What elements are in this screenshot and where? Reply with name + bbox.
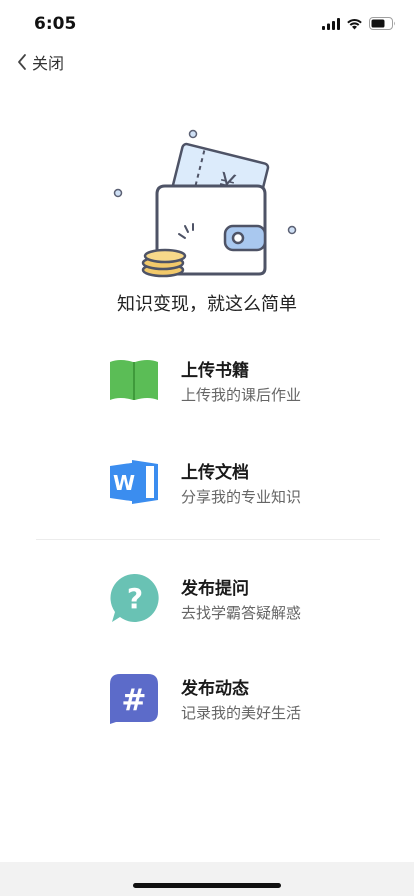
post-question-action[interactable]: ? 发布提问 去找学霸答疑解惑 <box>100 566 380 630</box>
word-document-icon: W <box>110 460 158 504</box>
wifi-icon <box>347 18 362 29</box>
hero-tagline: 知识变现，就这么简单 <box>117 294 297 315</box>
home-bar-area <box>0 862 414 896</box>
chevron-left-icon <box>18 54 26 70</box>
cellular-signal-icon <box>322 17 340 30</box>
action-title: 上传文档 <box>181 463 249 483</box>
close-label: 关闭 <box>32 54 65 73</box>
section-divider <box>36 539 380 540</box>
status-icons <box>322 17 396 30</box>
action-title: 发布动态 <box>181 679 249 699</box>
action-subtitle: 分享我的专业知识 <box>181 488 302 506</box>
status-bar: 6:05 <box>0 0 414 48</box>
upload-document-action[interactable]: W 上传文档 分享我的专业知识 <box>100 450 380 514</box>
action-subtitle: 上传我的课后作业 <box>181 386 302 404</box>
hashtag-bubble-icon: # <box>110 674 158 724</box>
action-subtitle: 记录我的美好生活 <box>181 704 302 722</box>
battery-icon <box>369 17 395 30</box>
svg-text:?: ? <box>127 582 143 615</box>
question-bubble-icon: ? <box>110 573 159 622</box>
upload-book-action[interactable]: 上传书籍 上传我的课后作业 <box>100 348 380 412</box>
svg-text:#: # <box>121 683 146 718</box>
post-moment-action[interactable]: # 发布动态 记录我的美好生活 <box>100 666 380 730</box>
action-title: 上传书籍 <box>181 361 249 381</box>
book-icon <box>110 360 158 400</box>
status-time: 6:05 <box>34 14 77 34</box>
close-button[interactable]: 关闭 <box>16 48 64 76</box>
action-title: 发布提问 <box>181 579 249 599</box>
action-subtitle: 去找学霸答疑解惑 <box>181 604 302 622</box>
home-indicator[interactable] <box>133 883 281 888</box>
svg-text:W: W <box>113 471 135 495</box>
wallet-illustration: ¥ <box>113 129 297 278</box>
